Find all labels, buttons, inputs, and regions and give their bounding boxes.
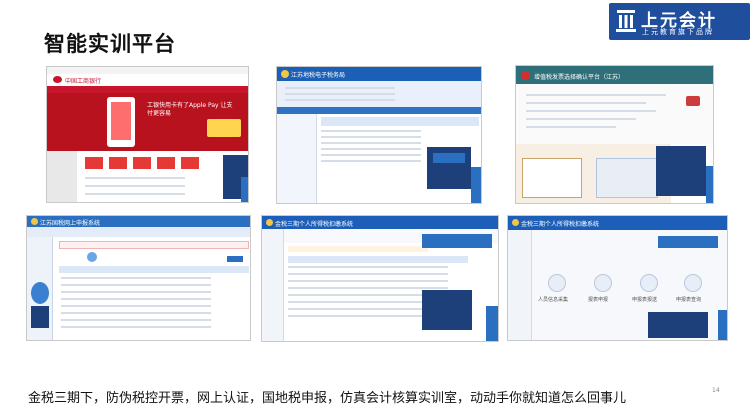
- tile-label: 申报表查询: [676, 297, 702, 303]
- screenshot-header-text: 金税三期个人所得税扣缴系统: [521, 221, 600, 228]
- tile-label: 申报表报送: [632, 297, 658, 303]
- screenshot-invoice-check-platform: 增值税发票选择确认平台（江苏）: [515, 65, 714, 204]
- slide-caption: 金税三期下，防伪税控开票，网上认证，国地税申报，仿真会计核算实训室，动动手你就知…: [28, 391, 627, 406]
- tax-emblem-icon: [266, 219, 273, 226]
- tax-emblem-icon: [521, 71, 530, 80]
- tax-emblem-icon: [31, 218, 38, 225]
- brand-logo: 上元会计 上元教育旗下品牌: [609, 3, 750, 40]
- slide: 智能实训平台 上元会计 上元教育旗下品牌 中国工商银行 工银快用卡有了Apple…: [0, 0, 756, 409]
- screenshot-icbc-bank: 中国工商银行 工银快用卡有了Apple Pay 让支付更容易: [46, 66, 249, 203]
- screenshot-jiangsu-tax-bureau: 江苏地税电子税务局: [276, 66, 482, 204]
- screenshot-header-text: 江苏国税网上申报系统: [40, 220, 101, 227]
- screenshot-personal-tax-system-2: 金税三期个人所得税扣缴系统 人员信息采集 报表申报 申报表报送 申报表查询: [507, 215, 728, 341]
- slide-title: 智能实训平台: [44, 32, 176, 56]
- screenshot-header-text: 中国工商银行: [65, 78, 102, 85]
- screenshot-banner-text: 工银快用卡有了Apple Pay 让支付更容易: [147, 102, 233, 117]
- screenshot-header-text: 金税三期个人所得税扣缴系统: [275, 221, 354, 228]
- screenshot-header-text: 江苏地税电子税务局: [291, 72, 346, 79]
- tax-emblem-icon: [281, 70, 289, 78]
- screenshot-header-text: 增值税发票选择确认平台（江苏）: [534, 74, 625, 81]
- screenshot-tax-software-client: 江苏国税网上申报系统: [26, 215, 251, 341]
- book-building-icon: [616, 10, 636, 32]
- tile-label: 报表申报: [588, 297, 609, 303]
- tax-emblem-icon: [512, 219, 519, 226]
- tile-label: 人员信息采集: [538, 297, 569, 303]
- brand-tagline: 上元教育旗下品牌: [642, 28, 714, 36]
- screenshot-personal-tax-system-1: 金税三期个人所得税扣缴系统: [261, 215, 499, 342]
- bank-logo-icon: [53, 76, 62, 83]
- page-number: 14: [712, 387, 720, 394]
